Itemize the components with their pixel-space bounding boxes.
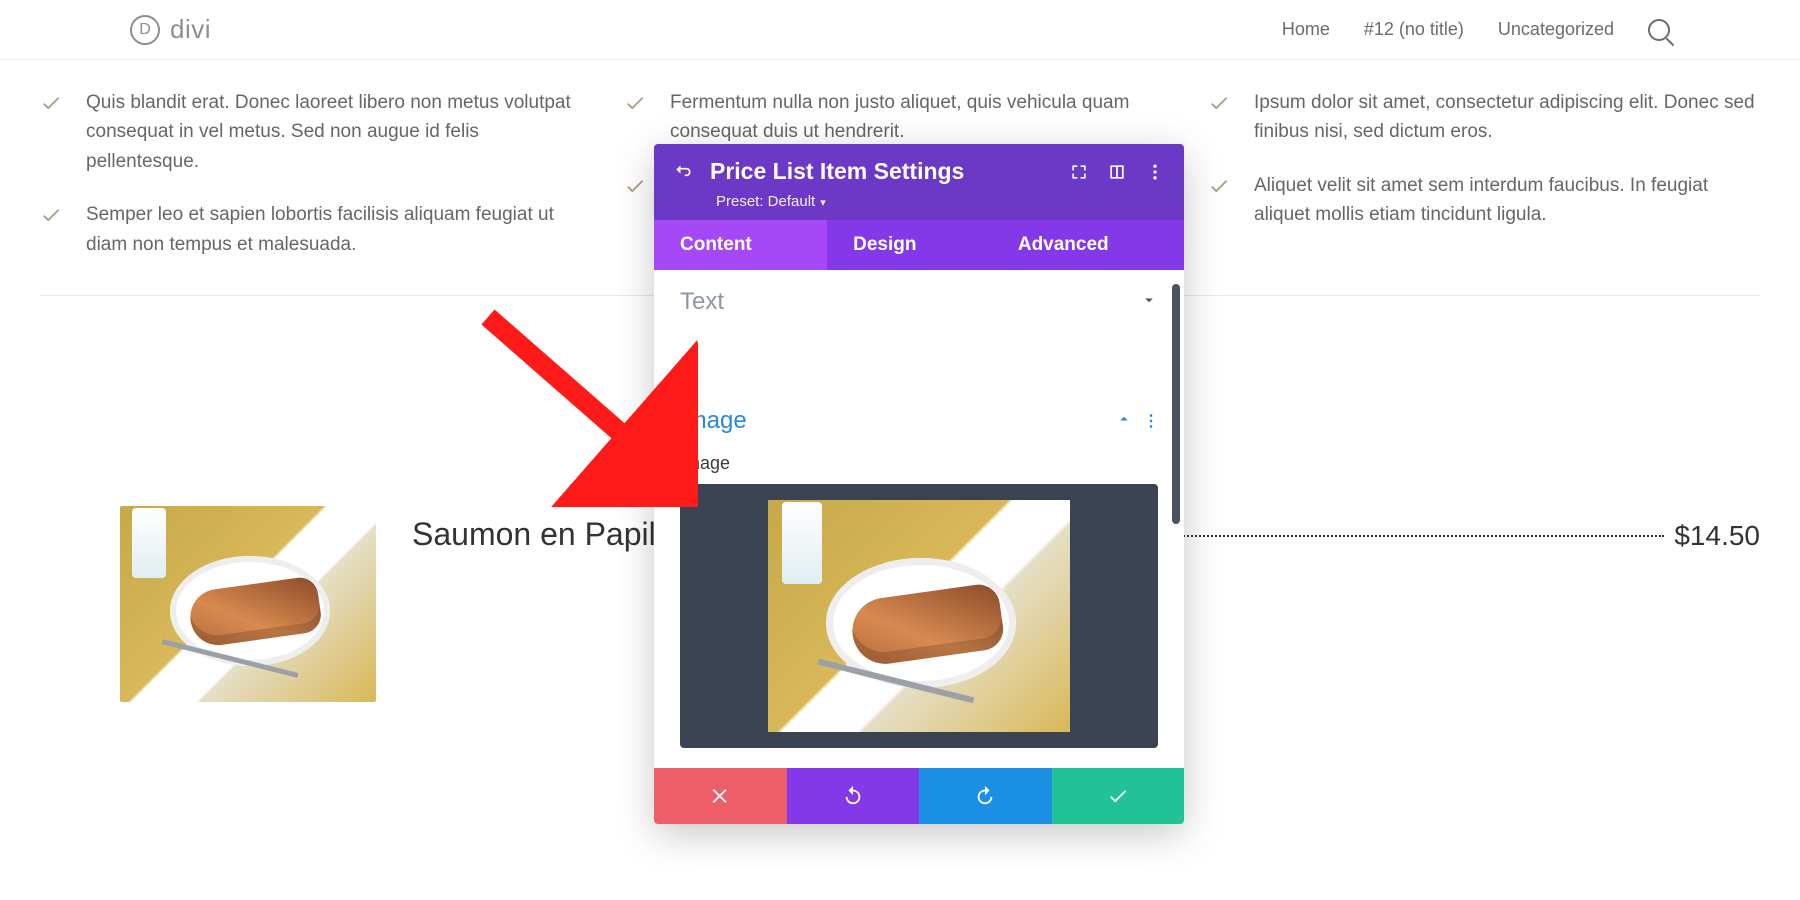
modal-title: Price List Item Settings (710, 158, 1052, 185)
preset-selector[interactable]: Preset: Default ▾ (672, 193, 1166, 210)
image-upload-preview[interactable] (680, 484, 1158, 748)
tab-content[interactable]: Content (654, 220, 827, 270)
modal-body: Text Image ⋮ Image (654, 270, 1184, 748)
cancel-button[interactable] (654, 768, 787, 824)
tab-advanced[interactable]: Advanced (992, 220, 1184, 270)
search-icon[interactable] (1648, 19, 1670, 41)
check-icon (40, 92, 64, 176)
brand-name: divi (170, 14, 211, 45)
dish-thumbnail (120, 506, 376, 702)
check-icon (40, 204, 64, 259)
accordion-label: Image (680, 407, 1105, 435)
bullet-text: Aliquet velit sit amet sem interdum fauc… (1254, 171, 1760, 230)
list-item: Aliquet velit sit amet sem interdum fauc… (1208, 171, 1760, 230)
fullscreen-icon[interactable] (1068, 161, 1090, 183)
bullet-text: Semper leo et sapien lobortis facilisis … (86, 200, 592, 259)
bullet-text: Quis blandit erat. Donec laoreet libero … (86, 88, 592, 176)
nav-uncategorized[interactable]: Uncategorized (1498, 19, 1614, 40)
list-item: Fermentum nulla non justo aliquet, quis … (624, 88, 1176, 147)
list-item: Semper leo et sapien lobortis facilisis … (40, 200, 592, 259)
nav-notitle[interactable]: #12 (no title) (1364, 19, 1464, 40)
kebab-menu-icon[interactable] (1144, 161, 1166, 183)
modal-tabs: Content Design Advanced (654, 220, 1184, 270)
tab-design[interactable]: Design (827, 220, 992, 270)
modal-header: Price List Item Settings Preset: Default… (654, 144, 1184, 220)
site-brand[interactable]: D divi (130, 14, 211, 45)
bullet-text: Ipsum dolor sit amet, consectetur adipis… (1254, 88, 1760, 147)
chevron-up-icon (1115, 410, 1133, 433)
scrollbar-thumb[interactable] (1172, 284, 1180, 524)
accordion-text[interactable]: Text (654, 270, 1184, 334)
check-icon (1208, 92, 1232, 147)
nav-home[interactable]: Home (1282, 19, 1330, 40)
section-options-icon[interactable]: ⋮ (1143, 411, 1158, 431)
dish-title: Saumon en Papil (412, 516, 656, 553)
accordion-image[interactable]: Image ⋮ (654, 389, 1184, 453)
undo-button[interactable] (787, 768, 920, 824)
divi-logo-icon: D (130, 15, 160, 45)
check-icon (1208, 175, 1232, 230)
list-item: Quis blandit erat. Donec laoreet libero … (40, 88, 592, 176)
check-icon (624, 175, 648, 259)
bullet-text: Fermentum nulla non justo aliquet, quis … (670, 88, 1176, 147)
price-list-item-settings-modal: Price List Item Settings Preset: Default… (654, 144, 1184, 824)
chevron-down-icon (1140, 291, 1158, 314)
back-icon[interactable] (672, 161, 694, 183)
dish-price: $14.50 (1674, 520, 1760, 552)
top-navigation: D divi Home #12 (no title) Uncategorized (0, 0, 1800, 60)
primary-nav: Home #12 (no title) Uncategorized (1282, 19, 1670, 41)
confirm-button[interactable] (1052, 768, 1185, 824)
redo-button[interactable] (919, 768, 1052, 824)
list-item: Ipsum dolor sit amet, consectetur adipis… (1208, 88, 1760, 147)
image-field-label: Image (654, 453, 1184, 484)
snap-panel-icon[interactable] (1106, 161, 1128, 183)
modal-footer (654, 768, 1184, 824)
check-icon (624, 92, 648, 147)
accordion-label: Text (680, 288, 1130, 316)
